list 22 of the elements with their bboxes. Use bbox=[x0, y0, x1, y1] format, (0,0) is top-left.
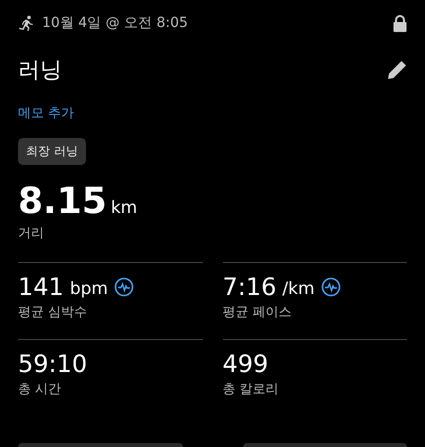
metric-value: 499 bbox=[222, 350, 268, 378]
chart-icon[interactable] bbox=[320, 277, 341, 297]
metric-unit: bpm bbox=[70, 279, 108, 301]
workout-date: 10월 4일 @ 오전 8:05 bbox=[42, 14, 189, 32]
chart-icon[interactable] bbox=[114, 277, 134, 297]
metric-label: 총 칼로리 bbox=[222, 381, 279, 398]
distance-label: 거리 bbox=[18, 225, 44, 242]
distance-value: 8.15 bbox=[18, 181, 107, 222]
metric-value: 141 bbox=[18, 273, 64, 301]
workout-title: 러닝 bbox=[18, 57, 62, 85]
metric-label: 평균 심박수 bbox=[18, 304, 88, 321]
runner-icon bbox=[18, 15, 34, 31]
add-memo-link[interactable]: 메모 추가 bbox=[18, 104, 74, 122]
metric-value: 59:10 bbox=[18, 350, 88, 378]
pencil-icon[interactable] bbox=[387, 60, 407, 80]
metric-label: 평균 페이스 bbox=[222, 304, 292, 321]
metric-label: 총 시간 bbox=[18, 381, 62, 398]
metric-value: 7:16 bbox=[222, 273, 276, 301]
record-tag: 최장 러닝 bbox=[18, 138, 86, 165]
distance-unit: km bbox=[110, 198, 138, 218]
lock-icon bbox=[393, 14, 407, 32]
metric-unit: /km bbox=[282, 279, 315, 301]
